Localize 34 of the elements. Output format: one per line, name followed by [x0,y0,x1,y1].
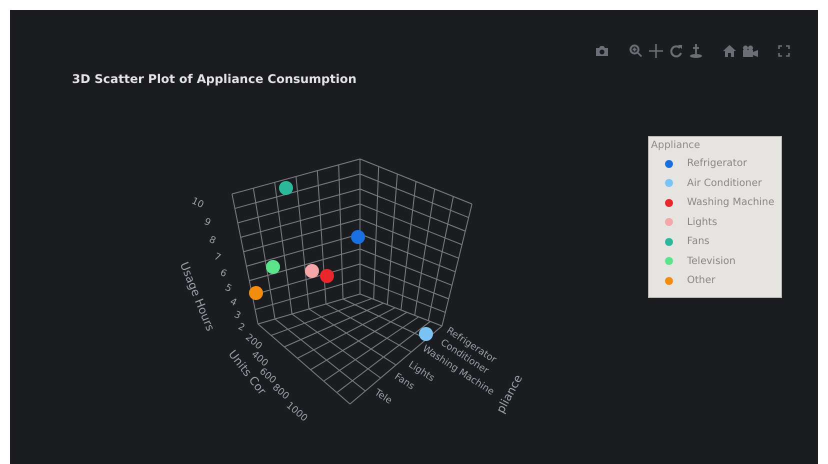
axis-tick-label: 800 [270,382,292,402]
data-point [279,181,293,195]
axis-tick-label: 8 [207,234,218,247]
legend-label[interactable]: Refrigerator [687,158,747,170]
axis-tick-label: 5 [223,282,234,295]
axis-tick-label: 3 [232,309,242,322]
axis-tick-label: 4 [228,296,238,309]
rotate-icon[interactable] [669,44,683,58]
turntable-icon[interactable] [689,44,703,58]
fullscreen-icon[interactable] [778,45,790,57]
pan-icon[interactable] [649,44,663,58]
legend-label[interactable]: Television [687,256,736,267]
axis-tick-label: 10 [190,196,206,211]
axis-tick-label: 2 [236,321,246,334]
zoom-icon[interactable] [629,44,643,58]
data-point [419,327,433,341]
video-camera-icon[interactable] [742,45,758,57]
legend-label[interactable]: Washing Machine [687,197,774,208]
data-point [249,286,263,300]
legend-title: Appliance [651,140,700,151]
legend-label[interactable]: Fans [687,236,710,248]
data-point [351,230,365,244]
axis-tick-label: 6 [218,267,228,280]
home-icon[interactable] [723,45,736,57]
legend-label[interactable]: Air Conditioner [687,178,762,189]
data-point [320,269,334,283]
data-point [266,260,280,274]
axis-tick-label: 9 [202,216,212,229]
camera-icon[interactable] [595,45,609,57]
axis-tick-label: Tele [372,387,394,407]
legend-label[interactable]: Lights [687,216,718,228]
legend-label[interactable]: Other [687,275,716,286]
chart-title: 3D Scatter Plot of Appliance Consumption [72,72,357,86]
data-point [305,264,319,278]
